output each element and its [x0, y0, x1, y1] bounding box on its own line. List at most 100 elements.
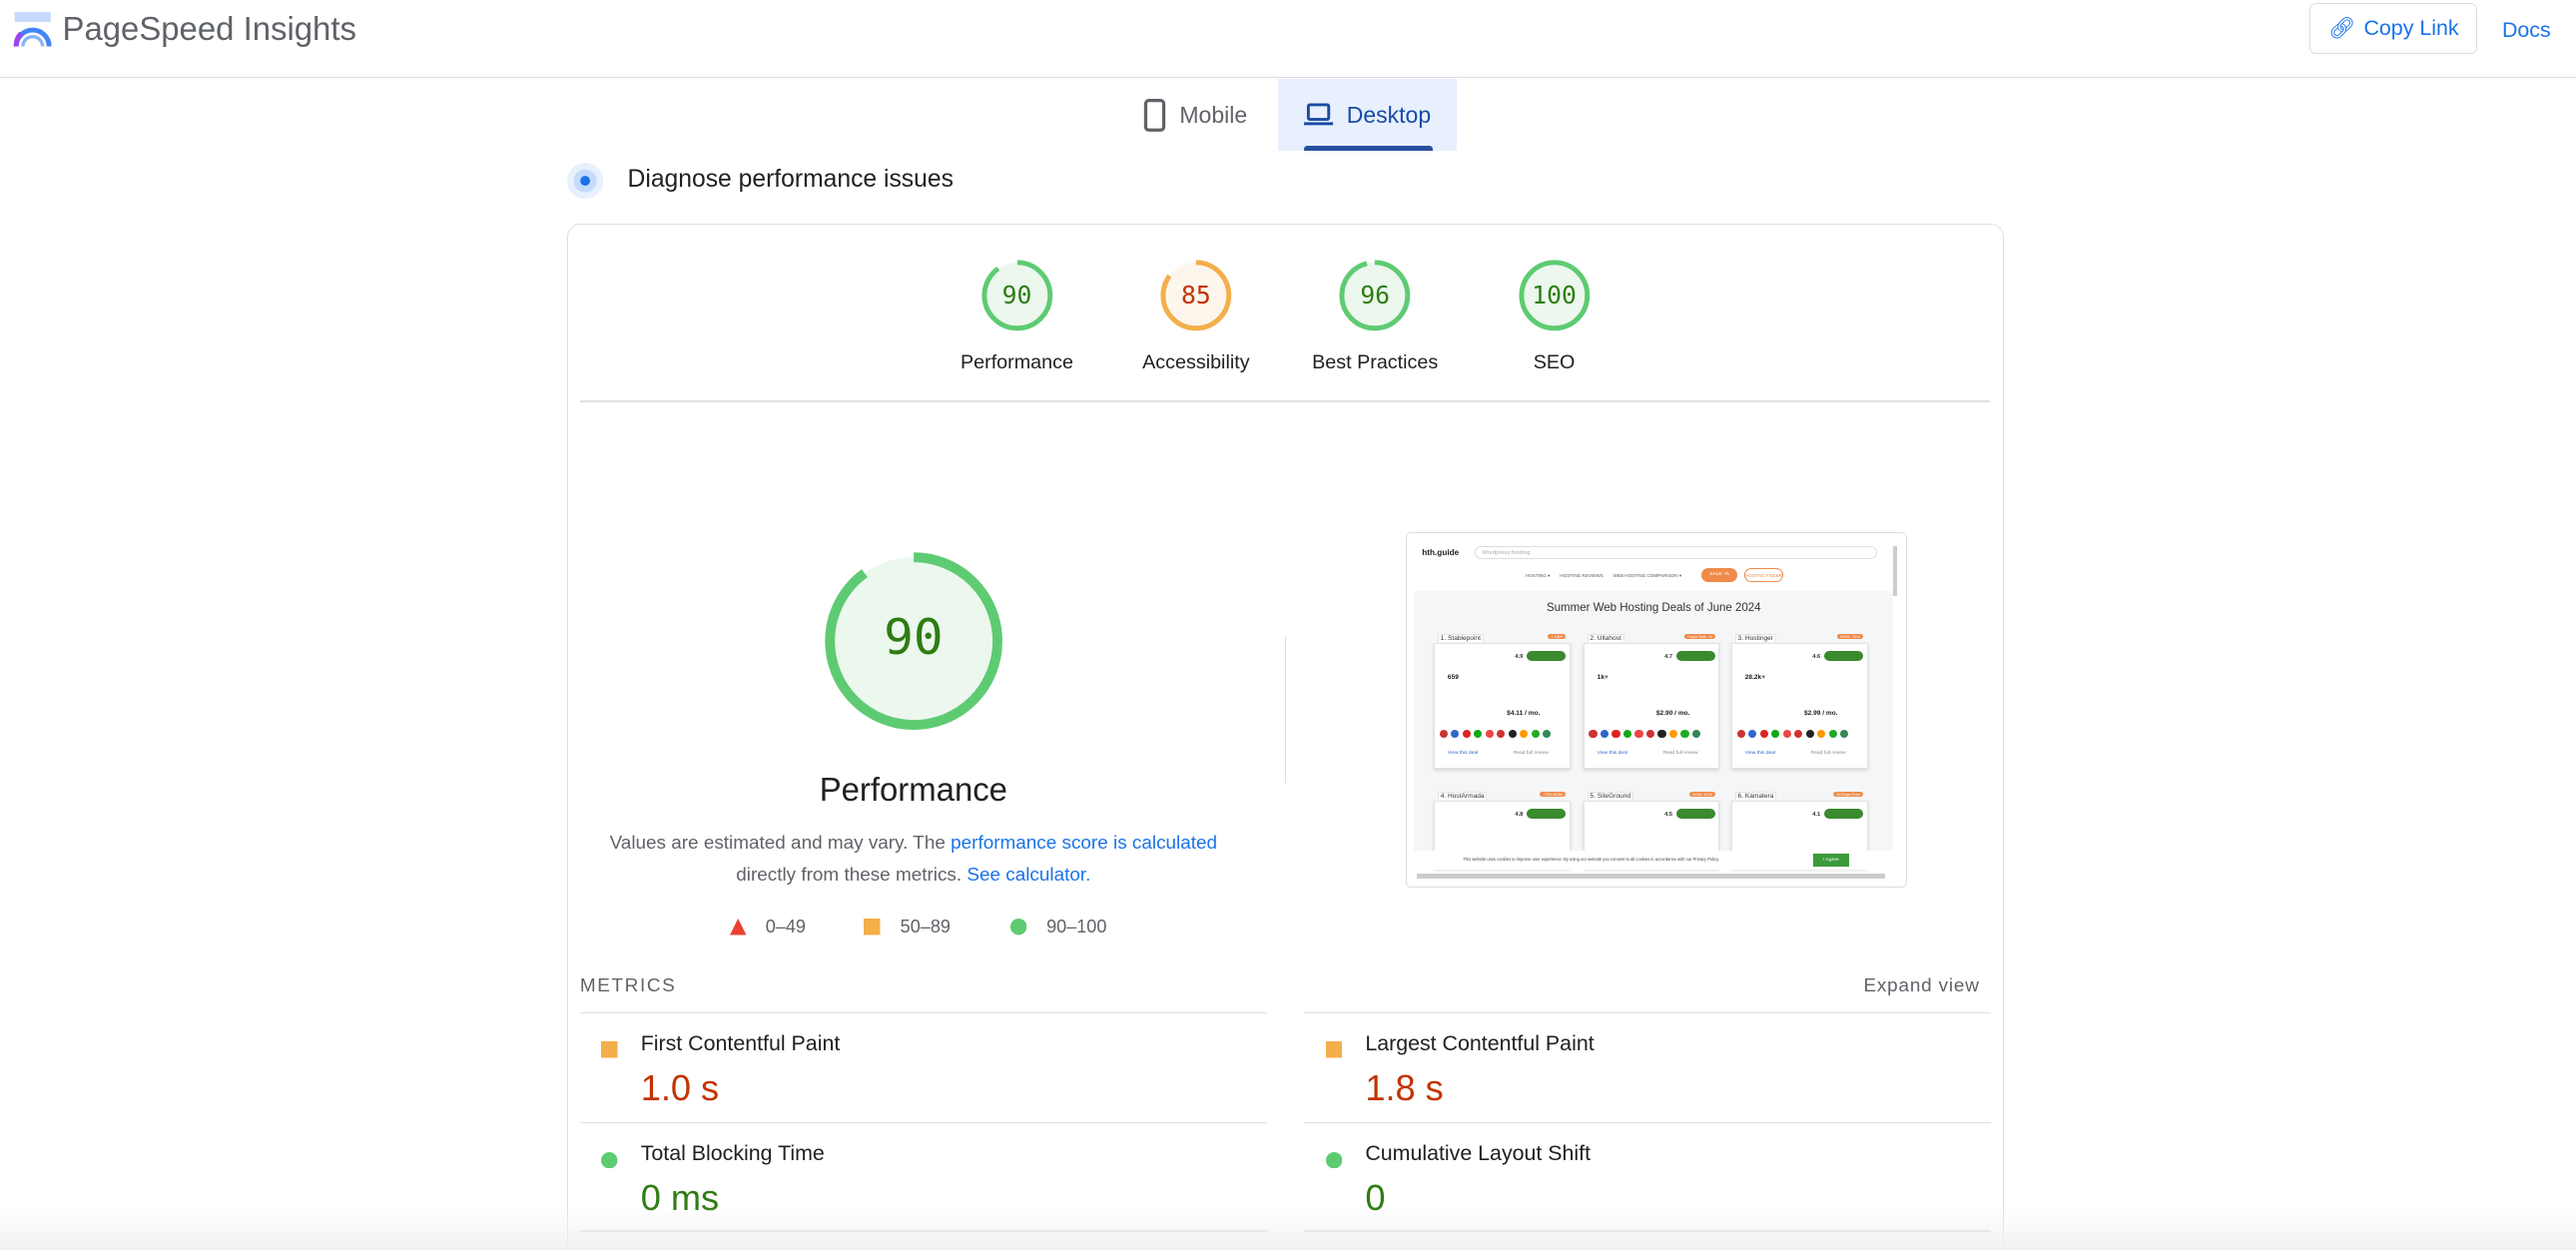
thumb-read-review: Read full review: [1810, 751, 1846, 757]
performance-description: Values are estimated and may vary. The p…: [585, 828, 1242, 891]
docs-link[interactable]: Docs: [2502, 18, 2551, 43]
thumb-card-name: 6. Kamatera: [1734, 792, 1776, 801]
gauge-score: 96: [1360, 281, 1391, 311]
thumb-card-badge: Flash Sale -%: [1684, 634, 1716, 640]
thumb-card-price: $2.99 / mo.: [1803, 710, 1838, 718]
thumb-card-rating: 4.6: [1812, 654, 1821, 661]
metric-name: Cumulative Layout Shift: [1365, 1140, 1592, 1165]
gauge-label: Accessibility: [1142, 351, 1250, 374]
legend-average-label: 50–89: [900, 917, 951, 938]
thumb-card-price: $2.90 / mo.: [1655, 710, 1690, 718]
score-calculated-link[interactable]: performance score is calculated: [951, 833, 1217, 854]
thumb-nav-item: HOSTING ▾: [1525, 572, 1551, 578]
thumb-view-deal: View this deal: [1744, 751, 1776, 757]
metrics-heading: METRICS: [579, 975, 677, 997]
metric-first-contentful-paint: First Contentful Paint 1.0 s: [579, 1011, 1267, 1122]
thumb-agree: I Agree: [1812, 853, 1850, 868]
thumb-card: 1. Stablepoint 1 GBP 4.9 659 $4.11 / mo. Vie…: [1433, 634, 1571, 769]
performance-title: Performance: [819, 770, 1007, 808]
score-gauge-performance[interactable]: 90 Performance: [919, 258, 1115, 374]
top-bar: PageSpeed Insights 🔗︎ Copy Link Docs: [0, 0, 2576, 79]
tab-mobile-label: Mobile: [1179, 101, 1248, 128]
gauge-score: 90: [1001, 281, 1032, 311]
gauge-label: Performance: [960, 351, 1073, 374]
score-gauge-accessibility[interactable]: 85 Accessibility: [1097, 258, 1294, 374]
legend-average: 50–89: [864, 917, 951, 938]
metric-value: 1.0 s: [640, 1066, 720, 1108]
divider: [579, 400, 1990, 403]
score-gauge-best-practices[interactable]: 96 Best Practices: [1276, 258, 1473, 374]
thumb-vscroll: [1893, 546, 1897, 596]
thumb-card-price: $4.11 / mo.: [1507, 710, 1541, 718]
thumb-card-name: 3. Hostinger: [1734, 634, 1776, 643]
thumb-finder: HOSTING FINDER: [1743, 567, 1784, 583]
section-title: Diagnose performance issues: [627, 166, 954, 194]
thumb-sale: SALE -%: [1700, 567, 1738, 583]
thumb-card-badge: 1 GBP: [1548, 634, 1567, 640]
thumb-card-rating: 4.5: [1664, 812, 1673, 819]
square-icon: [1325, 1041, 1343, 1058]
thumb-card-badge: 30 Days Free: [1833, 792, 1864, 798]
link-icon: 🔗︎: [2328, 16, 2356, 41]
final-screenshot[interactable]: hth.guide Wordpress hosting HOSTING ▾ HOS…: [1406, 532, 1908, 888]
tab-selected-indicator: [1304, 146, 1433, 152]
copy-link-label: Copy Link: [2363, 16, 2459, 41]
gauge-score: 85: [1180, 281, 1211, 311]
triangle-icon: [729, 919, 746, 936]
thumb-cookie-text: This website uses cookies to improve use…: [1463, 857, 1720, 863]
thumb-scrollbar: [1417, 873, 1886, 879]
metric-value: 1.8 s: [1365, 1066, 1444, 1108]
thumb-cookie-bar: This website uses cookies to improve use…: [1414, 850, 1894, 871]
thumb-search: Wordpress hosting: [1474, 546, 1878, 560]
thumb-view-deal: View this deal: [1447, 751, 1479, 757]
app-title: PageSpeed Insights: [62, 9, 356, 47]
vertical-divider: [1284, 635, 1287, 784]
thumb-card-rating: 4.8: [1515, 812, 1524, 819]
score-gauge-seo[interactable]: 100 SEO: [1456, 258, 1652, 374]
thumb-read-review: Read full review: [1662, 751, 1698, 757]
thumb-card-badge: -75% NOW: [1539, 792, 1567, 798]
legend-fail-label: 0–49: [765, 917, 806, 938]
thumb-headline: Summer Web Hosting Deals of June 2024: [1546, 602, 1761, 615]
metric-largest-contentful-paint: Largest Contentful Paint 1.8 s: [1304, 1011, 1992, 1122]
metric-name: Largest Contentful Paint: [1365, 1030, 1595, 1055]
thumb-card-rating: 4.9: [1515, 654, 1524, 661]
thumb-card-name: 4. HostArmada: [1438, 792, 1488, 801]
bottom-fade: [0, 1207, 2576, 1250]
thumb-card-name: 2. Ultahost: [1587, 634, 1624, 643]
gauge-label: Best Practices: [1312, 351, 1439, 374]
gauge-label: SEO: [1533, 351, 1576, 374]
thumb-card: 3. Hostinger NOW -75% 4.6 28.2k+ $2.99 / mo.…: [1730, 634, 1868, 769]
thumb-logo: hth.guide: [1422, 547, 1460, 557]
thumb-card: 2. Ultahost Flash Sale -% 4.7 1k+ $2.90 / mo…: [1583, 634, 1720, 769]
desc-text-2: directly from these metrics.: [736, 864, 967, 886]
square-icon: [864, 919, 881, 936]
thumb-card-reviews: 659: [1447, 673, 1459, 681]
performance-score: 90: [884, 607, 944, 666]
thumb-nav: HOSTING ▾ HOSTING REVIEWS WEB HOSTING COMP…: [1526, 573, 1681, 579]
diagnose-icon: [566, 162, 603, 200]
copy-link-button[interactable]: 🔗︎ Copy Link: [2309, 3, 2478, 55]
desc-text: Values are estimated and may vary. The: [609, 833, 952, 855]
thumb-card-badge: NOW -81%: [1688, 792, 1716, 798]
expand-view-toggle[interactable]: Expand view: [1807, 975, 1980, 997]
see-calculator-link[interactable]: See calculator.: [966, 865, 1090, 886]
legend-fail: 0–49: [729, 917, 806, 938]
tab-desktop[interactable]: Desktop: [1278, 78, 1458, 152]
thumb-read-review: Read full review: [1513, 751, 1549, 757]
pagespeed-logo-icon: [13, 11, 52, 47]
thumb-nav-item: HOSTING REVIEWS: [1560, 572, 1604, 578]
metric-name: Total Blocking Time: [640, 1140, 825, 1165]
metric-name: First Contentful Paint: [640, 1030, 841, 1055]
thumb-card-name: 1. Stablepoint: [1438, 634, 1484, 643]
tab-desktop-label: Desktop: [1346, 101, 1432, 128]
thumb-card-name: 5. SiteGround: [1587, 792, 1633, 801]
legend-pass-label: 90–100: [1046, 917, 1107, 938]
thumb-card-badge: NOW -75%: [1836, 634, 1864, 640]
tab-mobile[interactable]: Mobile: [1117, 79, 1274, 151]
legend-pass: 90–100: [1009, 917, 1107, 938]
laptop-icon: [1304, 103, 1334, 126]
circle-icon: [1009, 919, 1027, 936]
thumb-card-reviews: 28.2k+: [1744, 673, 1766, 681]
gauge-score: 100: [1532, 281, 1577, 311]
